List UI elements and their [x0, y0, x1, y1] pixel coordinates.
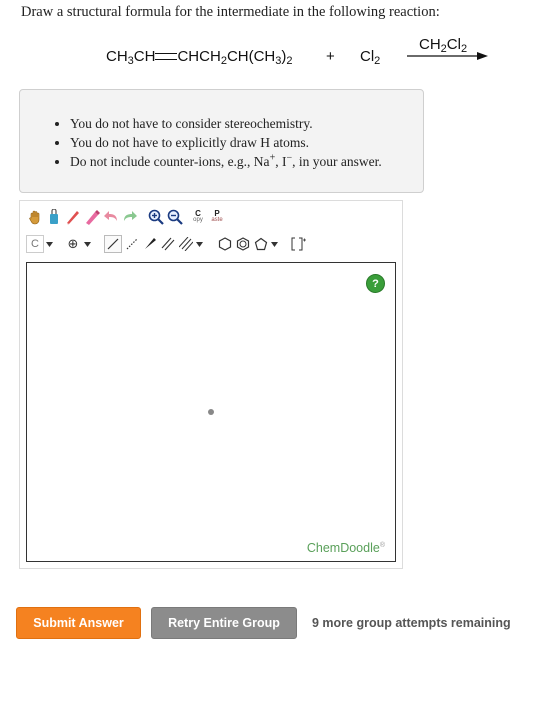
help-icon[interactable]: ? [366, 274, 385, 293]
instruction-item: Do not include counter-ions, e.g., Na+, … [70, 152, 382, 171]
reagent-formula: Cl2 [360, 48, 381, 67]
charge-button[interactable]: ⊕ [64, 235, 82, 253]
dashed-bond-icon[interactable] [123, 235, 141, 253]
double-bond [155, 52, 178, 60]
question-text: Draw a structural formula for the interm… [21, 4, 440, 20]
drawing-canvas[interactable]: ? ChemDoodle® [26, 262, 396, 562]
double-bond-icon[interactable] [159, 235, 177, 253]
retry-group-button[interactable]: Retry Entire Group [151, 607, 297, 639]
lasso-icon[interactable] [45, 208, 63, 226]
instruction-item: You do not have to consider stereochemis… [70, 114, 382, 133]
paste-icon[interactable]: P aste [208, 208, 226, 226]
chevron-down-icon[interactable] [82, 235, 92, 253]
hand-icon[interactable] [26, 208, 44, 226]
plus-sign: + [326, 48, 335, 65]
atom-carbon-button[interactable]: C [26, 235, 44, 253]
single-bond-icon[interactable] [104, 235, 122, 253]
attempts-remaining-text: 9 more group attempts remaining [312, 616, 511, 630]
chevron-down-icon[interactable] [269, 235, 279, 253]
cyclohexane-icon[interactable] [216, 235, 234, 253]
reaction-arrow-icon [407, 52, 488, 60]
chemdoodle-editor: C opy P aste C ⊕ ? ChemDoodle® [19, 200, 403, 569]
submit-answer-button[interactable]: Submit Answer [16, 607, 141, 639]
canvas-cursor-dot [208, 409, 214, 415]
instruction-item: You do not have to explicitly draw H ato… [70, 133, 382, 152]
benzene-icon[interactable] [234, 235, 252, 253]
bracket-icon[interactable] [290, 235, 308, 253]
instructions-list: You do not have to consider stereochemis… [20, 114, 382, 171]
chemdoodle-logo: ChemDoodle® [306, 541, 385, 555]
zoom-out-icon[interactable] [166, 208, 184, 226]
redo-icon[interactable] [121, 208, 139, 226]
reactant-formula: CH3CH CHCH2CH(CH3)2 [106, 48, 293, 67]
instructions-box: You do not have to consider stereochemis… [19, 89, 424, 193]
chevron-down-icon[interactable] [44, 235, 54, 253]
eraser-icon[interactable] [64, 208, 82, 226]
pencil-icon[interactable] [83, 208, 101, 226]
triple-bond-icon[interactable] [177, 235, 195, 253]
wedge-bond-icon[interactable] [141, 235, 159, 253]
zoom-in-icon[interactable] [147, 208, 165, 226]
undo-icon[interactable] [102, 208, 120, 226]
chevron-down-icon[interactable] [194, 235, 204, 253]
cyclopentane-icon[interactable] [252, 235, 270, 253]
reaction-equation: CH3CH CHCH2CH(CH3)2 + Cl2 CH2Cl2 [0, 36, 560, 74]
copy-icon[interactable]: C opy [189, 208, 207, 226]
